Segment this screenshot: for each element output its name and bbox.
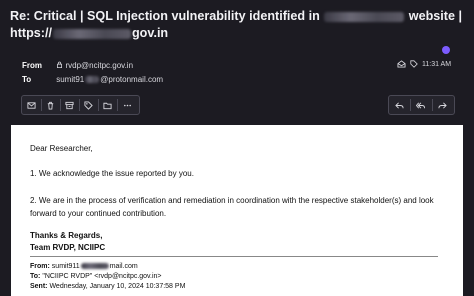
to-address[interactable]: sumit91 @protonmail.com (56, 75, 163, 84)
message-body: Dear Researcher, 1. We acknowledge the i… (11, 125, 463, 296)
from-label: From (22, 61, 42, 70)
quoted-sent-label: Sent: (30, 283, 48, 290)
reply-toolbar (388, 95, 455, 115)
greeting-text: Dear Researcher, (30, 144, 93, 153)
quoted-to: To: "NCIIPC RVDP" <rvdp@ncitpc.gov.in> (30, 273, 162, 280)
tag-icon (410, 60, 418, 68)
reply-all-icon (416, 101, 425, 109)
email-subject: Re: Critical | SQL Injection vulnerabili… (10, 8, 465, 42)
quoted-to-label: To: (30, 273, 41, 280)
quoted-sent: Sent: Wednesday, January 10, 2024 10:37:… (30, 283, 185, 290)
quoted-to-value: "NCIIPC RVDP" <rvdp@ncitpc.gov.in> (42, 273, 162, 280)
subject-text: gov.in (131, 26, 169, 40)
redacted-email (85, 76, 100, 84)
more-options-button[interactable] (118, 96, 137, 114)
to-value-prefix: sumit91 (56, 75, 85, 84)
quoted-from-suffix: mail.com (109, 263, 138, 270)
quoted-from: From: sumit911 mail.com (30, 263, 138, 270)
envelope-open-icon (397, 60, 406, 68)
quoted-from-prefix: sumit911 (51, 263, 80, 270)
from-value: rvdp@ncitpc.gov.in (65, 61, 134, 70)
signoff-line-1: Thanks & Regards, (30, 231, 103, 240)
lock-icon (57, 61, 63, 68)
to-label: To (22, 75, 32, 84)
label-button[interactable] (79, 96, 98, 114)
trash-button[interactable] (41, 96, 60, 114)
redacted-email (80, 263, 109, 270)
archive-button[interactable] (60, 96, 79, 114)
archive-icon (65, 101, 74, 109)
paragraph-2: 2. We are in the process of verification… (30, 196, 434, 218)
reply-all-button[interactable] (411, 96, 430, 114)
message-meta: 11:31 AM (397, 60, 451, 68)
redacted-url (52, 28, 131, 39)
quoted-sent-value: Wednesday, January 10, 2024 10:37:58 PM (49, 283, 186, 290)
quote-divider (30, 256, 438, 257)
more-dots-icon (123, 104, 132, 106)
move-to-folder-button[interactable] (98, 96, 117, 114)
from-row: From rvdp@ncitpc.gov.in (22, 61, 133, 70)
signoff-line-2: Team RVDP, NCIIPC (30, 243, 106, 252)
security-badge-icon (442, 46, 450, 54)
tag-icon (84, 100, 93, 110)
message-time: 11:31 AM (422, 60, 452, 68)
redacted-domain (324, 11, 405, 22)
forward-icon (438, 101, 447, 109)
from-address[interactable]: rvdp@ncitpc.gov.in (56, 61, 133, 70)
to-row: To sumit91 @protonmail.com (22, 75, 163, 84)
forward-button[interactable] (433, 96, 452, 114)
paragraph-1: 1. We acknowledge the issue reported by … (30, 169, 194, 178)
mark-unread-button[interactable] (22, 96, 41, 114)
reply-button[interactable] (390, 96, 409, 114)
envelope-icon (27, 101, 36, 109)
reply-icon (395, 101, 404, 109)
subject-text: https:// (10, 26, 52, 40)
subject-text: Re: Critical | SQL Injection vulnerabili… (10, 9, 320, 23)
folder-icon (103, 102, 112, 109)
subject-text: website | (408, 9, 463, 23)
trash-icon (47, 101, 54, 110)
message-toolbar (21, 95, 140, 115)
quoted-from-label: From: (30, 263, 50, 270)
to-value-suffix: @protonmail.com (100, 75, 164, 84)
